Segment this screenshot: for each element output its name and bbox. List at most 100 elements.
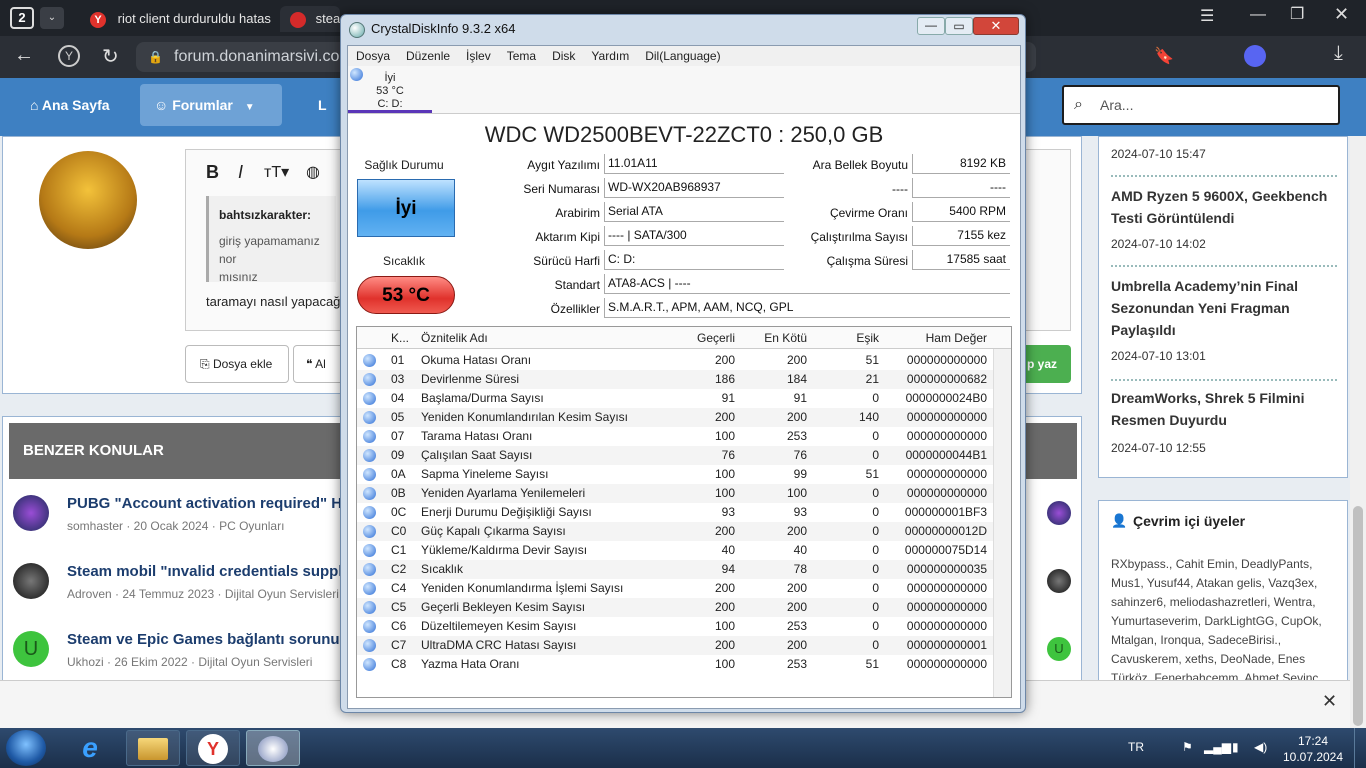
close-button[interactable]: ✕ (973, 17, 1019, 35)
thread-title[interactable]: Steam mobil "ınvalid credentials suppli (67, 563, 347, 580)
power-on-hours-label: Çalışma Süresi (826, 254, 908, 268)
smart-cell: 100 (786, 486, 807, 500)
smart-row[interactable]: C4 Yeniden Konumlandırma İşlemi Sayısı 200… (357, 579, 993, 598)
menu-item[interactable]: Yardım (583, 46, 637, 66)
yandex-browser-icon[interactable]: Y (186, 730, 240, 766)
start-button-icon[interactable] (6, 730, 46, 766)
menu-item[interactable]: Dosya (348, 46, 398, 66)
standard-label: Standart (554, 278, 600, 292)
palette-icon[interactable]: ◍ (306, 162, 320, 182)
health-status-button[interactable]: İyi (357, 179, 455, 237)
smart-cell: Yeniden Ayarlama Yenilemeleri (421, 486, 586, 500)
col-header[interactable]: Eşik (813, 327, 879, 349)
maximize-button[interactable]: ▭ (945, 17, 973, 35)
italic-icon[interactable]: I (238, 162, 243, 183)
close-icon[interactable]: ✕ (1322, 691, 1337, 712)
serial-label: Seri Numarası (523, 182, 600, 196)
text-size-icon[interactable]: тT▾ (264, 162, 289, 182)
smart-row[interactable]: C6 Düzeltilemeyen Kesim Sayısı 100 253 0 0000… (357, 617, 993, 636)
minimize-button[interactable]: — (917, 17, 945, 35)
smart-row[interactable]: 0B Yeniden Ayarlama Yenilemeleri 100 100 0 00… (357, 484, 993, 503)
tab-list-chevron-icon[interactable]: ⌄ (40, 7, 64, 29)
online-users[interactable]: RXbypass., Cahit Emin, DeadlyPants, Mus1… (1111, 555, 1339, 685)
col-header[interactable]: Ham Değer (885, 327, 987, 349)
smart-row[interactable]: C1 Yükleme/Kaldırma Devir Sayısı 40 40 0 0000… (357, 541, 993, 560)
page-scrollbar[interactable] (1350, 136, 1366, 728)
col-header[interactable]: K... (391, 327, 409, 349)
disk-tab[interactable]: İyi 53 °C C: D: (348, 66, 432, 113)
news-title[interactable]: Umbrella Academy’nin Final Sezonundan Ye… (1111, 275, 1337, 341)
smart-cell: 51 (865, 657, 879, 671)
smart-row[interactable]: 04 Başlama/Durma Sayısı 91 91 0 0000000024B0 (357, 389, 993, 408)
thread-title[interactable]: PUBG "Account activation required" Ha (67, 495, 350, 512)
col-header[interactable]: Öznitelik Adı (421, 327, 488, 349)
bookmark-icon[interactable]: 🔖 (1154, 46, 1174, 66)
restore-icon[interactable]: ❐ (1290, 4, 1304, 24)
tab-count-badge[interactable]: 2 (10, 7, 34, 29)
menu-item[interactable]: Dil(Language) (637, 46, 728, 66)
bold-icon[interactable]: B (206, 162, 219, 183)
smart-row[interactable]: 01 Okuma Hatası Oranı 200 200 51 000000000000 (357, 351, 993, 370)
scrollbar-thumb[interactable] (1353, 506, 1363, 726)
temperature-button[interactable]: 53 °C (357, 276, 455, 314)
show-desktop-button[interactable] (1354, 728, 1366, 768)
smart-cell: C4 (391, 581, 407, 595)
browser-tab[interactable]: Y riot client durduruldu hatası (90, 6, 272, 32)
smart-row[interactable]: 03 Devirlenme Süresi 186 184 21 000000000682 (357, 370, 993, 389)
signal-icon[interactable]: ▂▄▆ (1204, 740, 1231, 754)
menu-item[interactable]: İşlev (458, 46, 499, 66)
smart-cell: 51 (865, 467, 879, 481)
nav-home-label: Ana Sayfa (41, 97, 110, 113)
smart-row[interactable]: C0 Güç Kapalı Çıkarma Sayısı 200 200 0 000000… (357, 522, 993, 541)
menu-item[interactable]: Tema (499, 46, 544, 66)
attach-button[interactable]: ⎘ Dosya ekle (185, 345, 289, 383)
search-input[interactable]: ⌕ Ara... (1062, 85, 1340, 125)
smart-row[interactable]: C7 UltraDMA CRC Hatası Sayısı 200 200 0 00000… (357, 636, 993, 655)
news-title[interactable]: DreamWorks, Shrek 5 Filmini Resmen Duyur… (1111, 387, 1337, 431)
browser-tab[interactable]: steam (280, 6, 340, 32)
smart-row[interactable]: C5 Geçerli Bekleyen Kesim Sayısı 200 200 0 00… (357, 598, 993, 617)
col-header[interactable]: Geçerli (669, 327, 735, 349)
smart-table[interactable]: K... Öznitelik Adı Geçerli En Kötü Eşik … (356, 326, 1012, 698)
yandex-button-icon[interactable]: Y (58, 45, 80, 67)
clock-time[interactable]: 17:24 (1288, 734, 1338, 748)
buffer-size-label: Ara Bellek Boyutu (812, 158, 908, 172)
menu-item[interactable]: Disk (544, 46, 583, 66)
discord-icon[interactable] (1244, 45, 1266, 67)
menu-item[interactable]: Düzenle (398, 46, 458, 66)
smart-row[interactable]: 05 Yeniden Konumlandırılan Kesim Sayısı 20… (357, 408, 993, 427)
nav-more[interactable]: L (304, 84, 341, 126)
smart-row[interactable]: C8 Yazma Hata Oranı 100 253 51 000000000000 (357, 655, 993, 674)
clock-date[interactable]: 10.07.2024 (1282, 750, 1344, 764)
smart-cell: C7 (391, 638, 407, 652)
smart-row[interactable]: 07 Tarama Hatası Oranı 100 253 0 000000000000 (357, 427, 993, 446)
download-icon[interactable]: ⤓ (1334, 42, 1343, 65)
smart-row[interactable]: 0A Sapma Yineleme Sayısı 100 99 51 0000000000… (357, 465, 993, 484)
nav-home[interactable]: ⌂ Ana Sayfa (16, 84, 124, 126)
col-header[interactable]: En Kötü (741, 327, 807, 349)
volume-icon[interactable]: ◀) (1254, 740, 1267, 754)
smart-cell: 04 (391, 391, 405, 405)
thread-title[interactable]: Steam ve Epic Games bağlantı sorunu (67, 631, 340, 648)
smart-row[interactable]: 09 Çalışılan Saat Sayısı 76 76 0 0000000044B1 (357, 446, 993, 465)
flag-icon[interactable]: ⚑ (1182, 740, 1193, 754)
minimize-icon[interactable]: — (1250, 6, 1266, 24)
smart-row[interactable]: C2 Sıcaklık 94 78 0 000000000035 (357, 560, 993, 579)
nav-forums[interactable]: ☺ Forumlar ▼ (140, 84, 282, 126)
smart-table-scrollbar[interactable] (993, 349, 1011, 697)
power-icon[interactable]: ▮ (1232, 740, 1239, 754)
reload-icon[interactable]: ↻ (102, 44, 119, 69)
crystaldiskinfo-taskbar-icon[interactable] (246, 730, 300, 766)
news-title[interactable]: AMD Ryzen 5 9600X, Geekbench Testi Görün… (1111, 185, 1337, 229)
close-icon[interactable]: ✕ (1334, 4, 1349, 25)
smart-row[interactable]: 0C Enerji Durumu Değişikliği Sayısı 93 93 0 0… (357, 503, 993, 522)
transfer-mode-value: ---- | SATA/300 (604, 226, 784, 246)
language-indicator[interactable]: TR (1128, 740, 1144, 754)
status-dot-icon (363, 449, 376, 462)
search-icon: ⌕ (1074, 96, 1083, 113)
crystaldiskinfo-window: CrystalDiskInfo 9.3.2 x64 — ▭ ✕ Dosya Düz… (340, 14, 1026, 713)
back-icon[interactable]: ← (14, 44, 34, 67)
explorer-icon[interactable] (126, 730, 180, 766)
menu-icon[interactable]: ☰ (1200, 6, 1214, 26)
ie-icon[interactable]: e (70, 732, 110, 764)
